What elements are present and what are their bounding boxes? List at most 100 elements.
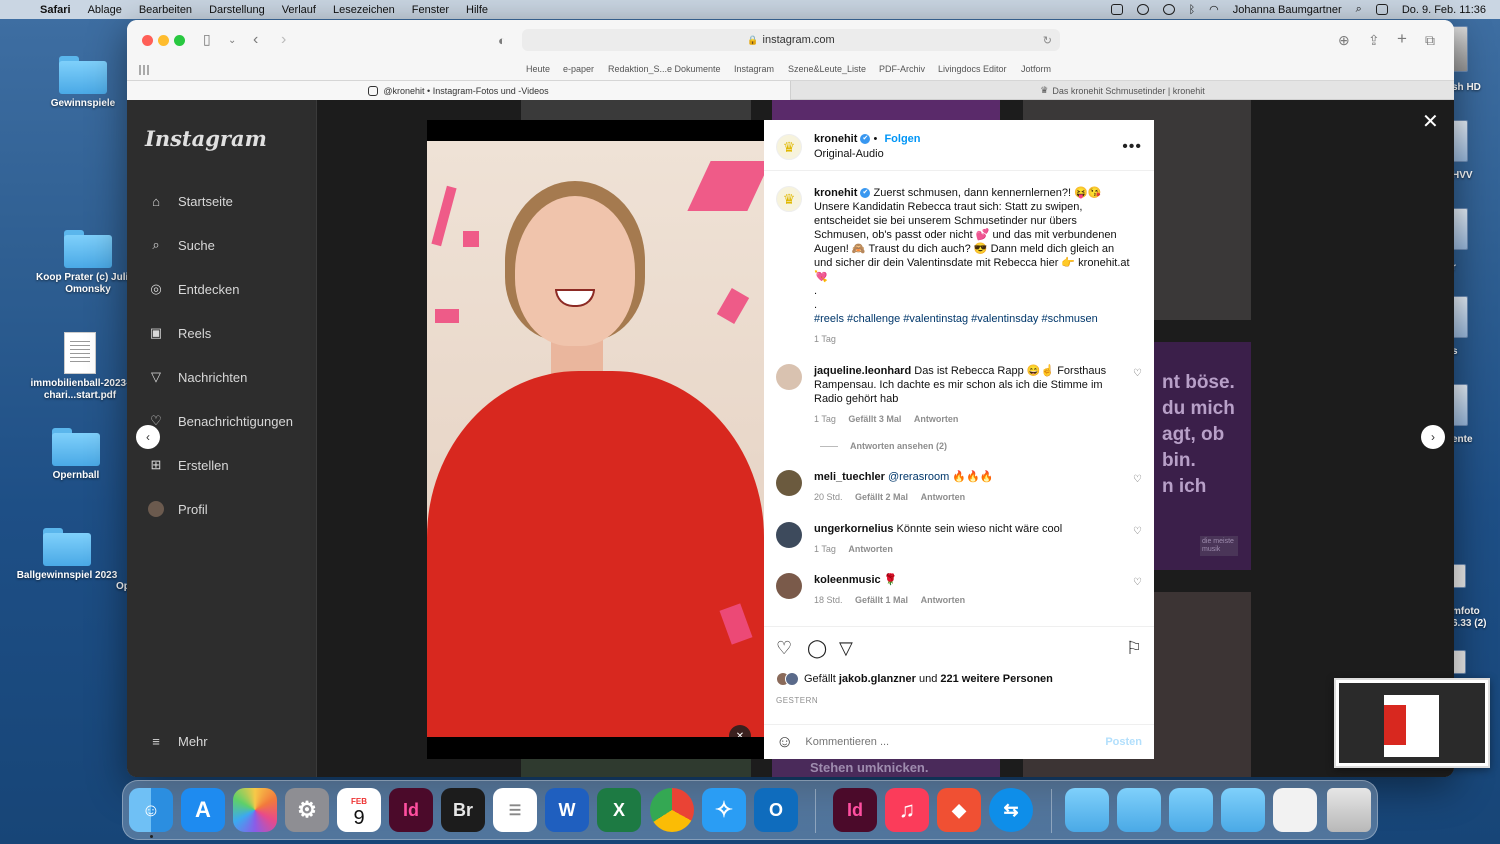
- music-icon[interactable]: ♫: [885, 788, 929, 832]
- post-author[interactable]: kronehit: [814, 133, 857, 145]
- bookmark-heute[interactable]: Heute: [526, 64, 550, 74]
- comment-like-heart-icon[interactable]: ♡: [1133, 368, 1142, 379]
- follow-button[interactable]: Folgen: [884, 133, 920, 145]
- excel-icon[interactable]: X: [597, 788, 641, 832]
- more-options-icon[interactable]: •••: [1122, 138, 1142, 156]
- nav-entdecken[interactable]: ◎ Entdecken: [145, 278, 239, 300]
- teamviewer-status-icon[interactable]: [1110, 4, 1123, 15]
- instagram-logo[interactable]: Instagram: [145, 126, 267, 151]
- grid-icon[interactable]: [139, 65, 149, 75]
- chevron-down-icon[interactable]: ⌄: [228, 35, 236, 46]
- feed-tile[interactable]: [521, 759, 751, 777]
- comment-likes[interactable]: Gefällt 3 Mal: [848, 414, 901, 424]
- folder-icon[interactable]: [1221, 788, 1265, 832]
- bookmark-epaper[interactable]: e-paper: [563, 64, 594, 74]
- spotlight-search-icon[interactable]: ⌕: [1356, 3, 1362, 16]
- folder-icon[interactable]: [1117, 788, 1161, 832]
- nav-suche[interactable]: ⌕ Suche: [145, 234, 215, 256]
- trash-icon[interactable]: [1327, 788, 1371, 832]
- reload-icon[interactable]: ↻: [1043, 34, 1052, 47]
- nav-profil[interactable]: Profil: [145, 498, 208, 520]
- feed-tile[interactable]: [521, 100, 751, 120]
- share-icon[interactable]: ⇪: [1368, 32, 1380, 49]
- comment-like-heart-icon[interactable]: ♡: [1133, 474, 1142, 485]
- chrome-icon[interactable]: [650, 788, 694, 832]
- tab-instagram[interactable]: @kronehit • Instagram-Fotos und -Videos: [127, 81, 790, 100]
- comment-input[interactable]: [805, 736, 1106, 748]
- audio-label[interactable]: Original-Audio: [814, 148, 884, 160]
- comment-user[interactable]: meli_tuechler: [814, 471, 885, 483]
- outlook-icon[interactable]: O: [754, 788, 798, 832]
- menu-safari[interactable]: Safari: [40, 4, 71, 16]
- comment-user[interactable]: jaqueline.leonhard: [814, 365, 911, 377]
- comment-like-heart-icon[interactable]: ♡: [1133, 577, 1142, 588]
- likes-count[interactable]: 221 weitere Personen: [940, 673, 1053, 685]
- folder-icon[interactable]: [1065, 788, 1109, 832]
- tab-kronehit[interactable]: ♛ Das kronehit Schmusetinder | kronehit: [790, 81, 1454, 100]
- liker-user[interactable]: jakob.glanzner: [839, 673, 916, 685]
- comment-likes[interactable]: Gefällt 2 Mal: [855, 492, 908, 502]
- nav-startseite[interactable]: ⌂ Startseite: [145, 190, 233, 212]
- bookmark-livingdocs[interactable]: Livingdocs Editor: [938, 64, 1007, 74]
- address-bar[interactable]: 🔒 instagram.com ↻: [522, 29, 1060, 51]
- comment-mention[interactable]: @rerasroom: [888, 471, 949, 483]
- feed-tile-bottom[interactable]: Stehen umknicken.: [772, 759, 1000, 777]
- bluetooth-icon[interactable]: ᛒ: [1189, 4, 1196, 16]
- bookmark-pdf-archiv[interactable]: PDF-Archiv: [879, 64, 925, 74]
- bookmark-instagram[interactable]: Instagram: [734, 64, 774, 74]
- creative-cloud-icon[interactable]: [1136, 4, 1149, 15]
- comment-bubble-icon[interactable]: ◯: [807, 638, 827, 659]
- comment-reply-button[interactable]: Antworten: [914, 414, 959, 424]
- close-window-button[interactable]: [142, 35, 153, 46]
- kronehit-avatar[interactable]: ♛: [776, 134, 802, 160]
- reel-video-player[interactable]: ✕: [427, 120, 764, 759]
- app-store-icon[interactable]: A: [181, 788, 225, 832]
- close-modal-icon[interactable]: ✕: [1422, 109, 1439, 134]
- nav-nachrichten[interactable]: ▽ Nachrichten: [145, 366, 247, 388]
- menu-fenster[interactable]: Fenster: [412, 4, 449, 16]
- save-bookmark-icon[interactable]: ⚐: [1126, 638, 1142, 659]
- folder-icon[interactable]: [1169, 788, 1213, 832]
- play-status-icon[interactable]: [1162, 4, 1175, 15]
- feed-tile[interactable]: [772, 100, 1000, 120]
- system-settings-icon[interactable]: ⚙: [285, 788, 329, 832]
- wifi-icon[interactable]: ◠: [1209, 3, 1219, 16]
- bookmark-jotform[interactable]: Jotform: [1021, 64, 1051, 74]
- comment-reply-button[interactable]: Antworten: [921, 595, 966, 605]
- anydesk-icon[interactable]: ◆: [937, 788, 981, 832]
- finder-icon[interactable]: ☺: [129, 788, 173, 832]
- nav-erstellen[interactable]: ⊞ Erstellen: [145, 454, 229, 476]
- emoji-icon[interactable]: ☺: [776, 732, 793, 752]
- caption-author[interactable]: kronehit: [814, 187, 857, 199]
- bookmark-szene-leute[interactable]: Szene&Leute_Liste: [788, 64, 866, 74]
- nav-mehr[interactable]: ≡ Mehr: [145, 730, 207, 752]
- menu-ablage[interactable]: Ablage: [88, 4, 122, 16]
- privacy-shield-icon[interactable]: ◐: [498, 33, 506, 48]
- commenter-avatar[interactable]: [776, 573, 802, 599]
- back-button[interactable]: ‹: [253, 31, 258, 49]
- calendar-icon[interactable]: FEB 9: [337, 788, 381, 832]
- commenter-avatar[interactable]: [776, 470, 802, 496]
- comment-user[interactable]: ungerkornelius: [814, 523, 893, 535]
- menu-bearbeiten[interactable]: Bearbeiten: [139, 4, 192, 16]
- comment-reply-button[interactable]: Antworten: [921, 492, 966, 502]
- comment-like-heart-icon[interactable]: ♡: [1133, 526, 1142, 537]
- menu-clock[interactable]: Do. 9. Feb. 11:36: [1402, 4, 1486, 16]
- safari-icon[interactable]: ✧: [702, 788, 746, 832]
- comment-user[interactable]: koleenmusic: [814, 574, 881, 586]
- comment-reply-button[interactable]: Antworten: [848, 544, 893, 554]
- tab-overview-icon[interactable]: ⧉: [1425, 32, 1435, 49]
- new-tab-icon[interactable]: +: [1397, 29, 1407, 49]
- post-comment-button[interactable]: Posten: [1105, 736, 1142, 748]
- nav-benachrichtigungen[interactable]: ♡ Benachrichtigungen: [145, 410, 293, 432]
- bookmark-redaktion[interactable]: Redaktion_S...e Dokumente: [608, 64, 721, 74]
- caption-hashtags[interactable]: #reels #challenge #valentinstag #valenti…: [814, 312, 1132, 326]
- previous-post-button[interactable]: ‹: [136, 425, 160, 449]
- menu-darstellung[interactable]: Darstellung: [209, 4, 265, 16]
- download-icon[interactable]: ⊕: [1338, 32, 1350, 49]
- reel-video[interactable]: ✕: [427, 141, 764, 737]
- photos-icon[interactable]: [233, 788, 277, 832]
- desktop-file-immobilienball[interactable]: immobilienball-2023-chari...start.pdf: [25, 332, 135, 402]
- next-post-button[interactable]: ›: [1421, 425, 1445, 449]
- kronehit-avatar[interactable]: ♛: [776, 186, 802, 212]
